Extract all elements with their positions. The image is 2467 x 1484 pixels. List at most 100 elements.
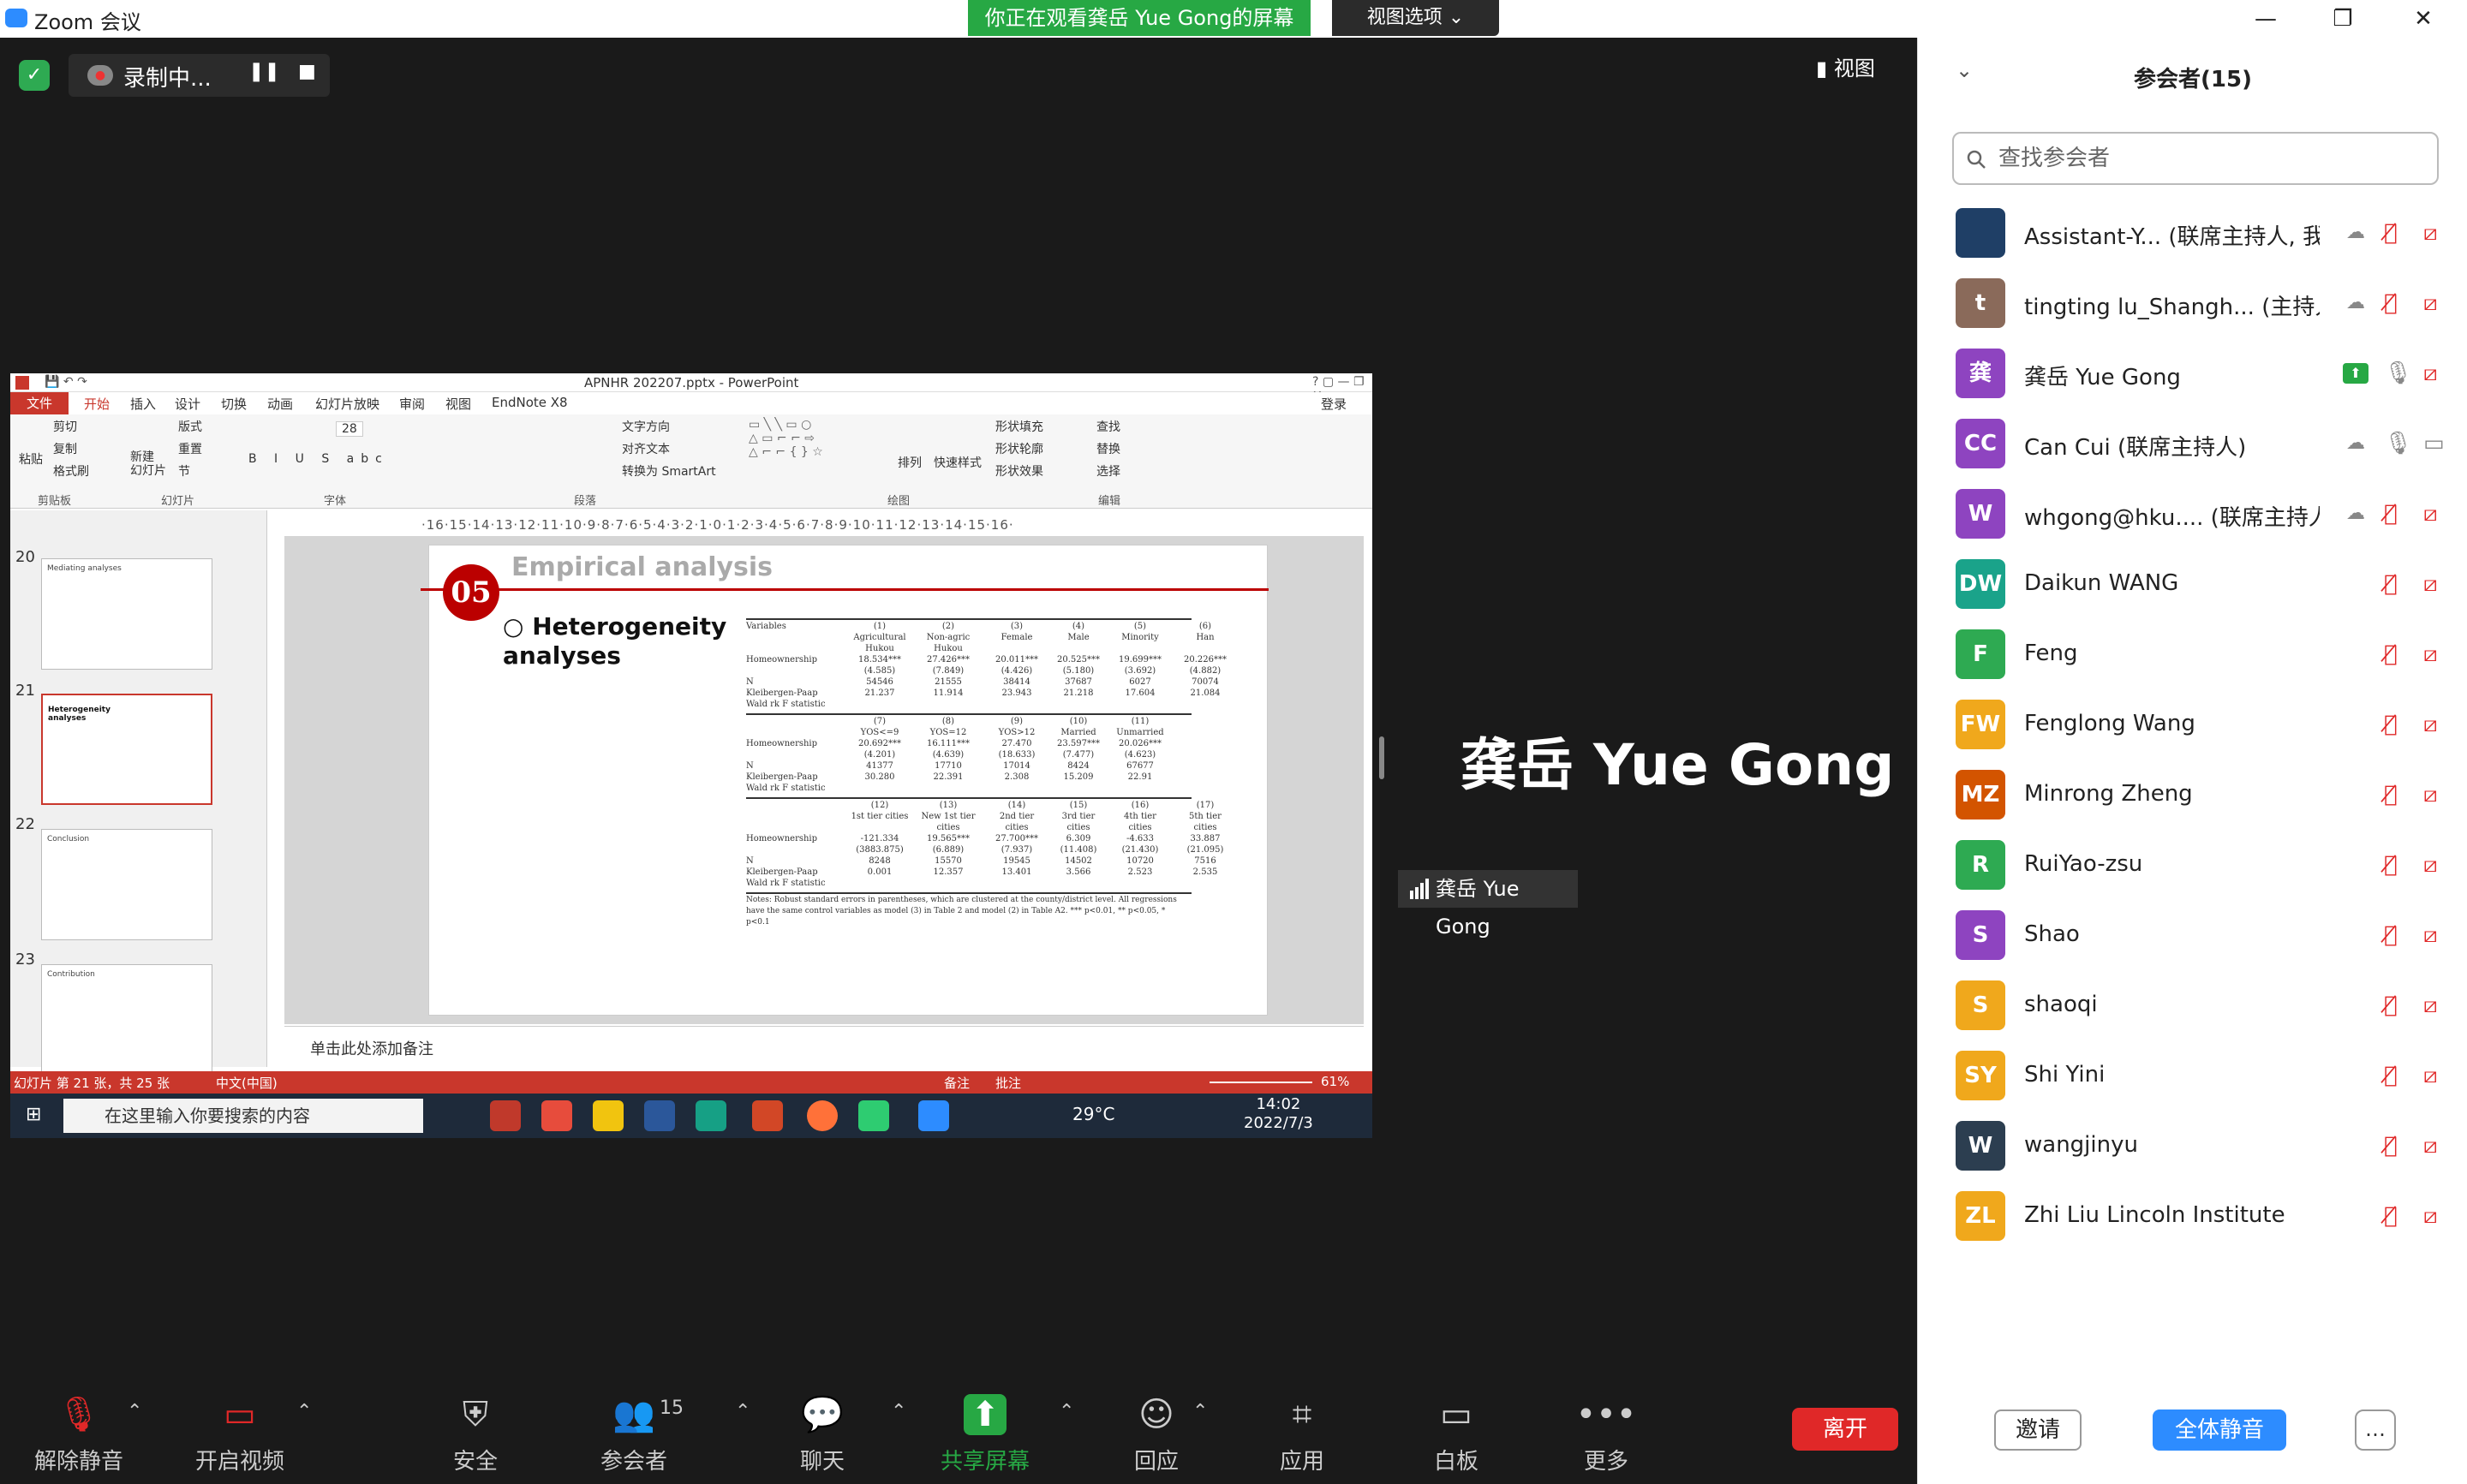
- slide-thumbnail[interactable]: Conclusion: [41, 829, 212, 940]
- participant-row[interactable]: DW Daikun WANG 🎙̸ ⧄: [1918, 551, 2467, 622]
- windows-start-icon[interactable]: ⊞: [26, 1104, 41, 1125]
- font-style-buttons[interactable]: B I U S abc: [248, 452, 389, 466]
- participant-row[interactable]: Wwhgong@hku.... (联席主持人) ☁ 🎙̸ ⧄: [1918, 481, 2467, 551]
- notes-pane[interactable]: 单击此处添加备注: [284, 1026, 1364, 1067]
- quick-access-icons[interactable]: 💾 ↶ ↷: [45, 375, 87, 389]
- reset-button[interactable]: 重置: [178, 440, 202, 457]
- security-shield-icon[interactable]: ✓: [19, 60, 50, 91]
- tab-endnote[interactable]: EndNote X8: [492, 395, 568, 410]
- shape-effects-button[interactable]: 形状效果: [995, 462, 1043, 480]
- participant-row[interactable]: Assistant-Y... (联席主持人, 我) ☁ 🎙̸ ⧄: [1918, 200, 2467, 271]
- pause-recording-button[interactable]: ❚❚: [248, 61, 280, 82]
- cut-button[interactable]: 剪切: [53, 418, 77, 435]
- toolbar-button-shield[interactable]: ⛨ 安全: [407, 1394, 544, 1475]
- smartart-button[interactable]: 转换为 SmartArt: [622, 462, 716, 480]
- slide-thumbnail[interactable]: Contribution: [41, 964, 212, 1076]
- layout-button[interactable]: 版式: [178, 418, 202, 435]
- powerpoint-app-icon[interactable]: [752, 1100, 783, 1131]
- tab-home[interactable]: 开始: [84, 395, 110, 413]
- shapes-gallery[interactable]: ▭ ╲ ╲ ▭ ○ △ ▭ ⌐ ⌐ ⇨ △ ⌐ ⌐ { } ☆: [749, 418, 823, 459]
- toolbar-button-video-off[interactable]: ▭ 开启视频: [171, 1394, 308, 1475]
- format-painter-button[interactable]: 格式刷: [53, 462, 89, 480]
- app-icon[interactable]: [490, 1100, 521, 1131]
- select-button[interactable]: 选择: [1096, 462, 1120, 480]
- toolbar-button-more[interactable]: ••• 更多: [1538, 1394, 1675, 1475]
- firefox-app-icon[interactable]: [807, 1100, 838, 1131]
- participant-row[interactable]: S Shao 🎙̸ ⧄: [1918, 903, 2467, 973]
- toolbar-caret-icon[interactable]: ⌃: [127, 1401, 142, 1422]
- align-text-button[interactable]: 对齐文本: [622, 440, 670, 457]
- toolbar-caret-icon[interactable]: ⌃: [1192, 1401, 1208, 1422]
- notes-toggle[interactable]: 备注: [944, 1074, 970, 1092]
- slide-thumbnail-selected[interactable]: Heterogeneity analyses: [41, 694, 212, 805]
- replace-button[interactable]: 替换: [1096, 440, 1120, 457]
- new-slide-button[interactable]: 新建 幻灯片: [130, 450, 166, 478]
- toolbar-button-whiteboard[interactable]: ▭ 白板: [1388, 1394, 1525, 1475]
- paste-button[interactable]: 粘贴: [19, 450, 43, 468]
- participant-row[interactable]: 龚龚岳 Yue Gong ⬆ 🎙 ⧄: [1918, 341, 2467, 411]
- shape-outline-button[interactable]: 形状轮廓: [995, 440, 1043, 457]
- tab-file[interactable]: 文件: [10, 392, 69, 414]
- tab-design[interactable]: 设计: [175, 395, 200, 413]
- toolbar-button-apps[interactable]: ⌗ 应用: [1234, 1394, 1371, 1475]
- endnote-app-icon[interactable]: [696, 1100, 726, 1131]
- toolbar-caret-icon[interactable]: ⌃: [296, 1401, 312, 1422]
- folder-app-icon[interactable]: [593, 1100, 624, 1131]
- leave-button[interactable]: 离开: [1792, 1408, 1898, 1451]
- tab-transitions[interactable]: 切换: [221, 395, 247, 413]
- participant-row[interactable]: ZL Zhi Liu Lincoln Institute 🎙̸ ⧄: [1918, 1183, 2467, 1254]
- more-options-button[interactable]: …: [2355, 1410, 2396, 1451]
- invite-button[interactable]: 邀请: [1994, 1410, 2082, 1451]
- slide-thumbnail[interactable]: Mediating analyses: [41, 558, 212, 670]
- toolbar-button-share-screen[interactable]: ⬆ 共享屏幕: [917, 1394, 1054, 1475]
- participant-row[interactable]: FW Fenglong Wang 🎙̸ ⧄: [1918, 692, 2467, 762]
- tab-animations[interactable]: 动画: [267, 395, 293, 413]
- font-size-select[interactable]: 28: [336, 421, 363, 437]
- toolbar-caret-icon[interactable]: ⌃: [891, 1401, 906, 1422]
- participant-row[interactable]: Wwangjinyu 🎙̸ ⧄: [1918, 1113, 2467, 1183]
- zoom-slider[interactable]: [1210, 1082, 1312, 1083]
- text-direction-button[interactable]: 文字方向: [622, 418, 670, 435]
- current-slide[interactable]: 05 Empirical analysis ○ Heterogeneity an…: [421, 545, 1269, 1016]
- pdf-app-icon[interactable]: [541, 1100, 572, 1131]
- participant-row[interactable]: MZ Minrong Zheng 🎙̸ ⧄: [1918, 762, 2467, 832]
- weather-status[interactable]: 29°C: [1072, 1104, 1114, 1124]
- participant-search-input[interactable]: 查找参会者: [1952, 132, 2439, 185]
- tab-insert[interactable]: 插入: [130, 395, 156, 413]
- zoom-level[interactable]: 61%: [1321, 1074, 1349, 1089]
- taskbar-clock[interactable]: 14:02 2022/7/3: [1244, 1095, 1313, 1133]
- section-button[interactable]: 节: [178, 462, 190, 480]
- zoom-app-icon[interactable]: [918, 1100, 949, 1131]
- mute-all-button[interactable]: 全体静音: [2153, 1410, 2286, 1451]
- view-options-button[interactable]: 视图选项 ⌄: [1332, 0, 1499, 36]
- split-divider-handle[interactable]: [1379, 736, 1384, 779]
- participant-row[interactable]: CC Can Cui (联席主持人) ☁ 🎙 ▭: [1918, 411, 2467, 481]
- toolbar-button-participants[interactable]: 👥 15 参会者: [565, 1394, 702, 1475]
- arrange-button[interactable]: 排列: [898, 454, 922, 471]
- toolbar-caret-icon[interactable]: ⌃: [735, 1401, 750, 1422]
- participant-row[interactable]: Sshaoqi 🎙̸ ⧄: [1918, 973, 2467, 1043]
- view-button[interactable]: ▮ 视图: [1816, 51, 1875, 81]
- stop-recording-button[interactable]: ■: [298, 61, 316, 82]
- shape-fill-button[interactable]: 形状填充: [995, 418, 1043, 435]
- find-button[interactable]: 查找: [1096, 418, 1120, 435]
- participant-row[interactable]: SY Shi Yini 🎙̸ ⧄: [1918, 1043, 2467, 1113]
- word-app-icon[interactable]: [644, 1100, 675, 1131]
- participant-row[interactable]: F Feng 🎙̸ ⧄: [1918, 622, 2467, 692]
- ppt-login[interactable]: 登录: [1321, 395, 1347, 413]
- tab-view[interactable]: 视图: [445, 395, 471, 413]
- toolbar-caret-icon[interactable]: ⌃: [1059, 1401, 1074, 1422]
- participant-row[interactable]: R RuiYao-zsu 🎙̸ ⧄: [1918, 832, 2467, 903]
- wechat-app-icon[interactable]: [858, 1100, 889, 1131]
- quick-styles-button[interactable]: 快速样式: [934, 454, 982, 471]
- toolbar-button-chat[interactable]: 💬 聊天: [754, 1394, 891, 1475]
- comments-toggle[interactable]: 批注: [995, 1074, 1021, 1092]
- close-button[interactable]: ✕: [2385, 0, 2462, 38]
- participant-row[interactable]: t tingting lu_Shangh... (主持人) ☁ 🎙̸ ⧄: [1918, 271, 2467, 341]
- tab-slideshow[interactable]: 幻灯片放映: [315, 395, 379, 413]
- copy-button[interactable]: 复制: [53, 440, 77, 457]
- taskbar-search-input[interactable]: 在这里输入你要搜索的内容: [63, 1099, 423, 1133]
- restore-button[interactable]: ❐: [2304, 0, 2381, 38]
- tab-review[interactable]: 审阅: [399, 395, 425, 413]
- minimize-button[interactable]: —: [2227, 0, 2304, 38]
